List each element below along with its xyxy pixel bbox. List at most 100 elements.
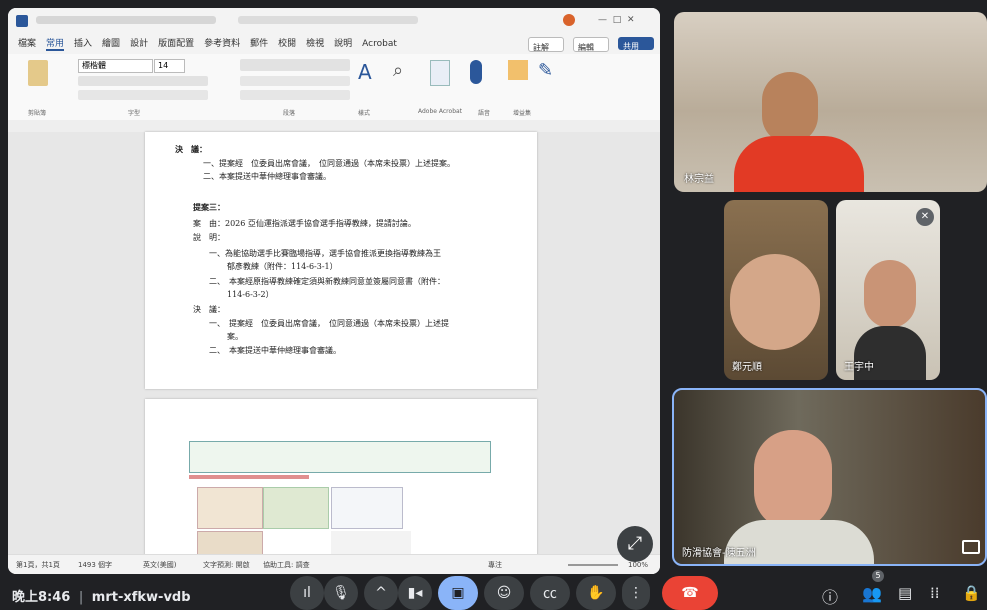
microphone-icon[interactable]: 🎙: [324, 576, 358, 610]
host-controls-icon[interactable]: 🔒: [962, 584, 981, 602]
group-addins: 增益集: [513, 110, 532, 117]
group-paragraph: 段落: [283, 110, 296, 117]
attachment-table: [189, 441, 491, 473]
meeting-info-separator: |: [78, 590, 84, 605]
focus-button[interactable]: 專注: [488, 555, 502, 574]
activities-icon[interactable]: ⁞⁞: [930, 584, 940, 602]
indent-buttons[interactable]: [240, 90, 350, 100]
captions-icon[interactable]: ㏄: [530, 576, 570, 610]
ribbon-group-labels: 剪貼簿 字型 段落 樣式 Adobe Acrobat 語音 增益集: [8, 108, 660, 118]
tab-layout[interactable]: 版面配置: [158, 39, 194, 49]
window-controls[interactable]: — □ ✕: [598, 15, 635, 25]
word-count: 1493 個字: [78, 561, 113, 569]
attachment-note: [189, 475, 309, 479]
tab-review[interactable]: 校閱: [278, 39, 296, 49]
paragraph-buttons[interactable]: [240, 59, 350, 71]
resolution-item: 二、本案提送中華仲總理事會審議。: [203, 172, 331, 181]
participant-shirt: [734, 136, 864, 192]
camera-icon[interactable]: ▮◂: [398, 576, 432, 610]
tab-insert[interactable]: 插入: [74, 39, 92, 49]
alignment-buttons[interactable]: [240, 76, 350, 86]
chevron-up-icon[interactable]: ^: [364, 576, 398, 610]
text-predict-status[interactable]: 文字預測: 開啟: [203, 555, 250, 574]
people-icon[interactable]: 👥: [862, 584, 882, 603]
pip-icon[interactable]: [962, 540, 980, 554]
resolution-item: 一、提案經 位委員出席會議， 位同意通過（本席未投票）上述提案。: [203, 159, 455, 168]
participant-tile[interactable]: 林宗益: [674, 12, 987, 192]
chat-icon[interactable]: ▤: [898, 584, 912, 602]
document-page[interactable]: 決 議： 一、提案經 位委員出席會議， 位同意通過（本席未投票）上述提案。 二、…: [145, 132, 537, 389]
editor-icon[interactable]: ✎: [538, 60, 558, 81]
info-icon[interactable]: ⓘ: [822, 584, 838, 608]
participant-name: 林宗益: [684, 174, 714, 185]
group-clipboard: 剪貼簿: [28, 110, 47, 117]
participant-tile-active[interactable]: 防滑協會-陳五洲: [672, 388, 987, 566]
addins-icon[interactable]: [508, 60, 528, 80]
explanation-item: 114-6-3-2）: [227, 290, 274, 299]
tab-acrobat[interactable]: Acrobat: [362, 39, 397, 49]
explanation-item: 二、 本案經原指導教練確定須與新教練同意並簽屬同意書（附件：: [209, 277, 445, 286]
meeting-info: 晚上8:46 | mrt-xfkw-vdb: [12, 586, 191, 605]
meeting-toolbar: 晚上8:46 | mrt-xfkw-vdb ıl 🎙 ^ ▮◂ ▣ ☺ ㏄ ✋ …: [0, 570, 987, 610]
participant-name: 王宇中: [844, 362, 874, 373]
resolution-heading: 決 議：: [175, 144, 207, 154]
expand-icon[interactable]: ⤢: [617, 526, 653, 562]
muted-icon: ✕: [916, 208, 934, 226]
tab-home[interactable]: 常用: [46, 39, 65, 51]
font-size-box[interactable]: 14: [154, 59, 185, 73]
raise-hand-icon[interactable]: ✋: [576, 576, 616, 610]
page-count: 第1頁，共1頁: [16, 561, 60, 569]
account-avatar[interactable]: [563, 14, 575, 26]
audio-level-icon[interactable]: ıl: [290, 576, 324, 610]
styles-icon[interactable]: A: [358, 60, 378, 86]
font-format-buttons[interactable]: [78, 76, 208, 86]
explanation-item: 郁彥教練（附件：114-6-3-1）: [227, 262, 338, 271]
document-title: [238, 16, 418, 24]
participant-tile[interactable]: ✕ 王宇中: [836, 200, 940, 380]
tab-file[interactable]: 檔案: [18, 39, 36, 49]
group-voice: 語音: [478, 110, 491, 117]
tab-draw[interactable]: 繪圖: [102, 39, 120, 49]
present-icon[interactable]: ▣: [438, 576, 478, 610]
participant-name: 防滑協會-陳五洲: [682, 548, 756, 559]
font-color-buttons[interactable]: [78, 90, 208, 100]
tab-view[interactable]: 檢視: [306, 39, 324, 49]
participant-face: [730, 254, 820, 350]
ribbon-tabs: 檔案 常用 插入 繪圖 設計 版面配置 參考資料 郵件 校閱 檢視 說明 Acrobat 註解 編輯 …: [8, 34, 660, 54]
proposal-subject: 案 由：2026 亞仙運指派選手協會選手指導教練，提請討論。: [193, 219, 416, 228]
end-call-icon[interactable]: ☎: [662, 576, 718, 610]
shared-screen: — □ ✕ 檔案 常用 插入 繪圖 設計 版面配置 參考資料 郵件 校閱 檢視 說明 Acrobat …: [8, 8, 660, 574]
create-pdf-icon[interactable]: [430, 60, 450, 86]
editing-mode-button[interactable]: 編輯: [573, 37, 609, 52]
dictate-icon[interactable]: [470, 60, 482, 84]
group-acrobat: Adobe Acrobat: [418, 108, 463, 115]
accessibility-status[interactable]: 協助工具: 調查: [263, 555, 310, 574]
document-area[interactable]: 決 議： 一、提案經 位委員出席會議， 位同意通過（本席未投票）上述提案。 二、…: [8, 132, 660, 559]
word-app-icon: [16, 15, 28, 27]
paste-icon[interactable]: [28, 60, 48, 86]
tab-references[interactable]: 參考資料: [204, 39, 240, 49]
participant-tile[interactable]: 鄭元順: [724, 200, 828, 380]
more-icon[interactable]: ⋮: [622, 576, 650, 610]
resolution-item: 一、 提案經 位委員出席會議， 位同意通過（本席未投票）上述提: [209, 319, 449, 328]
tab-design[interactable]: 設計: [130, 39, 148, 49]
zoom-slider[interactable]: [568, 564, 618, 566]
word-status-bar: 第1頁，共1頁 1493 個字 英文(美國) 文字預測: 開啟 協助工具: 調查…: [8, 554, 660, 574]
resolution-item: 案。: [227, 332, 243, 341]
tab-help[interactable]: 說明: [334, 39, 352, 49]
tab-mailings[interactable]: 郵件: [250, 39, 268, 49]
proposal-title: 提案三：: [193, 202, 225, 212]
document-page-2[interactable]: [145, 399, 537, 559]
find-icon[interactable]: ⌕: [393, 60, 413, 86]
comments-button[interactable]: 註解: [528, 37, 564, 52]
language-status[interactable]: 英文(美國): [143, 555, 176, 574]
emoji-icon[interactable]: ☺: [484, 576, 524, 610]
participant-face: [864, 260, 916, 328]
word-title-bar: — □ ✕: [8, 8, 660, 34]
explanation-item: 一、為能協助選手比賽臨場指導，選手協會推派更換指導教練為王: [209, 249, 441, 258]
group-styles: 樣式: [358, 110, 371, 117]
id-card-image: [197, 487, 263, 529]
participant-shirt: [724, 520, 874, 564]
share-button[interactable]: 共用: [618, 37, 654, 51]
font-name-box[interactable]: 標楷體: [78, 59, 153, 73]
